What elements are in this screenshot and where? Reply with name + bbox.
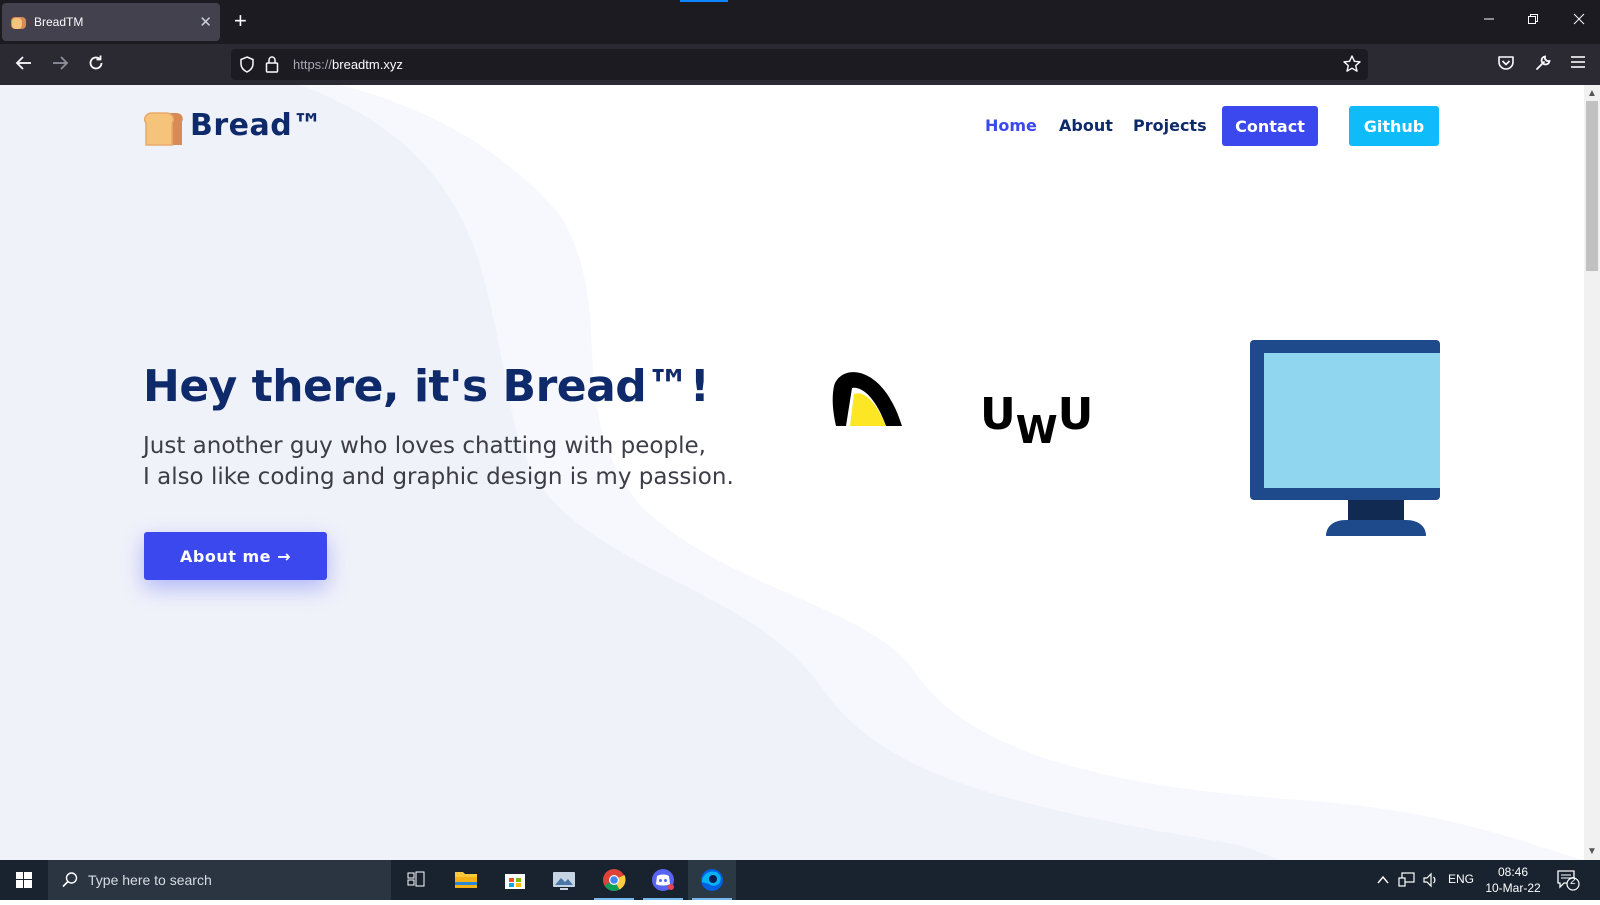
page-viewport: Bread™ Home About Projects Contact Githu… xyxy=(0,85,1584,860)
file-explorer-icon[interactable] xyxy=(442,860,490,900)
github-button[interactable]: Github xyxy=(1349,106,1439,146)
tab-title: BreadTM xyxy=(34,15,84,29)
nav-link-about[interactable]: About xyxy=(1059,116,1113,135)
restore-icon[interactable] xyxy=(1523,12,1543,29)
wrench-icon[interactable] xyxy=(1534,54,1552,72)
language-indicator[interactable]: ENG xyxy=(1448,872,1474,886)
network-icon[interactable] xyxy=(1398,872,1416,888)
nav-link-home[interactable]: Home xyxy=(985,116,1037,135)
photos-icon[interactable] xyxy=(540,860,588,900)
search-placeholder: Type here to search xyxy=(88,872,212,888)
url-host: breadtm.xyz xyxy=(332,57,403,72)
new-tab-button[interactable]: + xyxy=(234,9,247,33)
url-protocol: https:// xyxy=(293,57,333,72)
search-icon xyxy=(62,872,78,888)
banana-illustration xyxy=(832,372,902,426)
discord-icon[interactable] xyxy=(639,860,687,900)
uwu-left-letter: U xyxy=(980,389,1016,440)
address-bar[interactable]: https://breadtm.xyz xyxy=(231,49,1368,80)
hero-subtitle-line-1: Just another guy who loves chatting with… xyxy=(143,433,706,459)
forward-arrow-icon[interactable] xyxy=(49,54,71,76)
reload-icon[interactable] xyxy=(85,54,107,76)
bookmark-star-icon[interactable] xyxy=(1342,54,1362,74)
clock-date: 10-Mar-22 xyxy=(1485,881,1541,895)
page-scrollbar[interactable]: ▲ ▼ xyxy=(1584,85,1600,860)
minimize-icon[interactable] xyxy=(1479,12,1499,29)
volume-icon[interactable] xyxy=(1422,872,1440,888)
taskbar-clock[interactable]: 08:46 10-Mar-22 xyxy=(1480,864,1546,896)
hero-subtitle-line-2: I also like coding and graphic design is… xyxy=(143,464,734,490)
about-me-button[interactable]: About me → xyxy=(144,532,327,580)
monitor-illustration xyxy=(1250,340,1440,536)
lock-icon[interactable] xyxy=(265,55,279,73)
browser-tab[interactable]: BreadTM ✕ xyxy=(2,3,220,41)
task-view-icon[interactable] xyxy=(392,860,440,900)
scroll-down-arrow-icon[interactable]: ▼ xyxy=(1587,846,1597,857)
pocket-icon[interactable] xyxy=(1497,54,1515,72)
clock-time: 08:46 xyxy=(1497,865,1529,879)
uwu-text-art: UWU xyxy=(980,389,1094,452)
site-brand-name: Bread™ xyxy=(190,108,323,143)
taskbar-search-box[interactable]: Type here to search xyxy=(48,860,391,900)
windows-start-button[interactable] xyxy=(0,860,48,900)
uwu-middle-letter: W xyxy=(1015,408,1058,452)
url-text[interactable]: https://breadtm.xyz xyxy=(293,57,403,72)
bread-logo-icon xyxy=(144,112,183,146)
scroll-up-arrow-icon[interactable]: ▲ xyxy=(1587,88,1597,99)
chrome-icon[interactable] xyxy=(590,860,638,900)
taskbar: Type here to search ENG 08:46 10-Mar-22 … xyxy=(0,860,1600,900)
nav-link-projects[interactable]: Projects xyxy=(1133,116,1207,135)
store-icon[interactable] xyxy=(491,860,539,900)
close-tab-icon[interactable]: ✕ xyxy=(199,13,212,31)
tab-strip-indicator xyxy=(680,0,728,2)
notification-center-icon[interactable]: 2 xyxy=(1556,869,1580,896)
show-hidden-icons-chevron-icon[interactable] xyxy=(1376,873,1390,887)
hero-title: Hey there, it's Bread™! xyxy=(143,361,710,412)
back-arrow-icon[interactable] xyxy=(13,54,35,76)
notification-count: 2 xyxy=(1570,876,1576,887)
bread-favicon-icon xyxy=(11,17,26,29)
hamburger-menu-icon[interactable] xyxy=(1570,54,1586,70)
browser-toolbar: https://breadtm.xyz xyxy=(0,44,1600,85)
uwu-right-letter: U xyxy=(1057,389,1094,440)
firefox-icon[interactable] xyxy=(688,860,736,900)
scrollbar-thumb[interactable] xyxy=(1586,101,1598,271)
shield-icon[interactable] xyxy=(239,56,255,73)
hero-subtitle: Just another guy who loves chatting with… xyxy=(143,431,734,493)
windows-logo-icon xyxy=(16,872,32,888)
tab-bar: BreadTM ✕ + xyxy=(0,0,1600,44)
close-window-icon[interactable] xyxy=(1569,12,1589,29)
contact-button[interactable]: Contact xyxy=(1222,106,1318,146)
